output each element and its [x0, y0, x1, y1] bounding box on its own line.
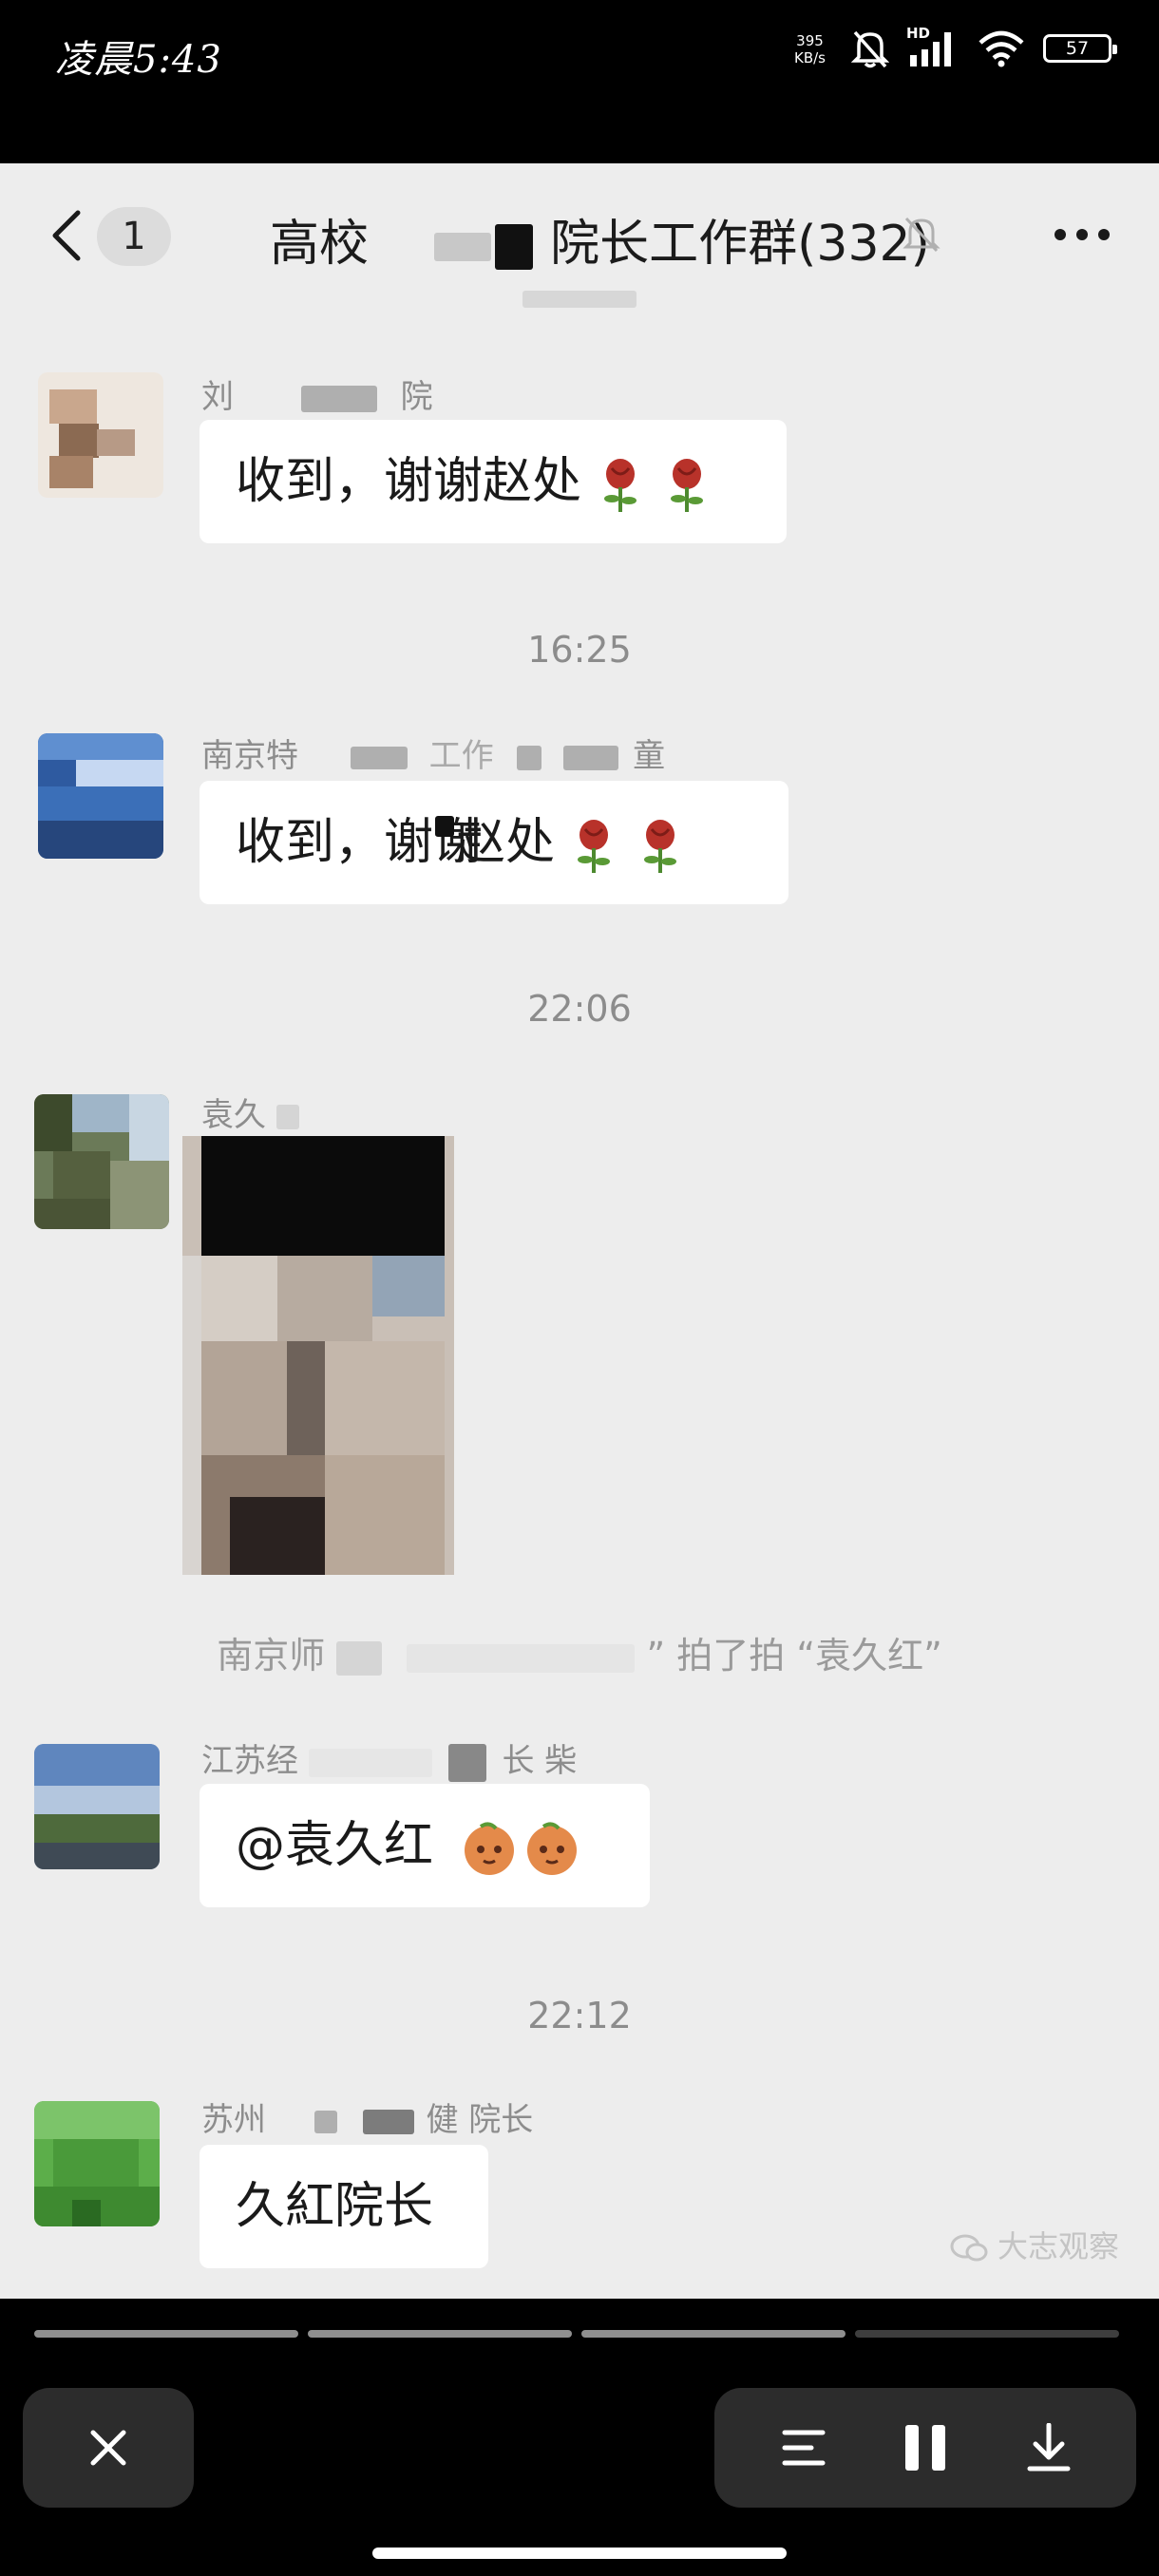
battery-indicator: 57: [1043, 34, 1117, 63]
network-speed: 395 KB/s: [794, 32, 826, 66]
watermark: 大志观察: [950, 2223, 1119, 2266]
chat-bubble-logo-icon: [950, 2234, 988, 2262]
sender-name-part: 刘: [201, 378, 234, 416]
more-dots-icon[interactable]: [1053, 226, 1112, 243]
system-pat-message: 南京师 ” 拍了拍 “袁久红”: [0, 1626, 1159, 1678]
message-text: @袁久红: [236, 1817, 434, 1874]
silent-bell-icon: [851, 30, 889, 68]
rose-emoji-icon: [644, 820, 677, 873]
sender-name: 袁久: [201, 1089, 299, 1135]
watermark-text: 大志观察: [998, 2228, 1120, 2264]
rose-emoji-icon: [604, 459, 637, 512]
sender-name-part: 院: [400, 378, 433, 416]
status-time: 凌晨5:43: [55, 38, 222, 82]
sender-name-part: 袁久: [201, 1096, 266, 1134]
sender-name-part: 苏州: [201, 2101, 266, 2139]
pixelated-avatar-image: [34, 1094, 169, 1229]
chat-title-prefix: 高校: [270, 216, 370, 273]
face-emoji-icon: [465, 1822, 515, 1875]
message-text: 久紅院长: [236, 2178, 434, 2235]
cut-off-timestamp: [0, 285, 1159, 323]
redaction-block: [563, 745, 619, 770]
sender-name: 刘 院: [201, 370, 433, 417]
sender-name-part: 健 院长: [426, 2101, 534, 2139]
home-indicator[interactable]: [372, 2548, 787, 2559]
sender-name-part: 江苏经: [201, 1742, 298, 1780]
system-message-text: ” 拍了拍 “袁久红”: [646, 1635, 942, 1676]
redaction-block: [314, 2110, 337, 2133]
unread-count-badge[interactable]: 1: [97, 207, 171, 266]
redaction-block: [276, 1104, 299, 1129]
pixelated-photo: [182, 1136, 454, 1575]
sender-name-part: 童: [633, 737, 666, 775]
redaction-block: [407, 1643, 636, 1673]
message-bubble[interactable]: 收到，谢谢赵处: [200, 781, 788, 904]
cellular-signal: HD: [906, 25, 960, 68]
image-message[interactable]: [182, 1136, 454, 1575]
avatar[interactable]: [38, 372, 163, 498]
pixelated-avatar-image: [34, 2101, 160, 2226]
chat-title[interactable]: 高校 院长工作群(332): [270, 203, 930, 275]
pixelated-avatar-image: [34, 1744, 160, 1869]
status-icons: HD 57: [851, 25, 1117, 68]
message-timestamp: 22:12: [527, 1995, 632, 2036]
redaction-block: [300, 385, 377, 412]
download-icon: [1027, 2423, 1071, 2472]
status-bar: 凌晨5:43 395 KB/s HD 57: [0, 0, 1159, 163]
redaction-block: [517, 745, 542, 770]
list-icon: [782, 2430, 826, 2466]
close-button[interactable]: [23, 2388, 194, 2508]
story-progress-segment: [308, 2330, 572, 2338]
download-button[interactable]: [992, 2388, 1106, 2508]
message-bubble[interactable]: 收到，谢谢赵处: [200, 420, 787, 543]
redaction-block: [433, 233, 491, 261]
message-bubble[interactable]: 久紅院长: [200, 2145, 488, 2268]
message-timestamp: 16:25: [527, 629, 632, 671]
sender-name-part: 长 柴: [502, 1742, 578, 1780]
story-progress-segment: [855, 2330, 1119, 2338]
redaction-block: [362, 2109, 414, 2134]
pause-icon: [905, 2425, 945, 2471]
sender-name: 苏州 健 院长: [201, 2093, 533, 2140]
sender-name: 江苏经 长 柴: [201, 1734, 577, 1782]
face-emoji-icon: [527, 1822, 578, 1875]
rose-emoji-icon: [671, 459, 704, 512]
redaction-block: [336, 1640, 383, 1676]
pixelated-avatar-image: [38, 733, 163, 859]
back-chevron-icon[interactable]: [44, 205, 91, 266]
avatar[interactable]: [34, 2101, 160, 2226]
message-bubble[interactable]: @袁久红: [200, 1784, 650, 1907]
pause-button[interactable]: [868, 2388, 982, 2508]
sender-name-part: 南京特: [201, 737, 298, 775]
story-progress-segment: [581, 2330, 846, 2338]
close-icon: [90, 2430, 126, 2466]
chat-title-suffix: 院长工作群(332): [550, 216, 930, 273]
rose-emoji-icon: [578, 820, 611, 873]
message-text: 收到，谢谢赵处: [236, 453, 582, 510]
sender-name: 南京特 工作 童: [201, 729, 665, 776]
menu-button[interactable]: [747, 2388, 861, 2508]
pixelated-avatar-image: [38, 372, 163, 498]
playback-controls: [714, 2388, 1136, 2508]
avatar[interactable]: [38, 733, 163, 859]
signal-icon: [910, 32, 951, 66]
network-speed-value: 395: [796, 32, 824, 49]
network-speed-unit: KB/s: [794, 49, 826, 66]
redaction-block: [308, 1748, 432, 1777]
avatar[interactable]: [34, 1744, 160, 1869]
avatar[interactable]: [34, 1094, 169, 1229]
chat-screen: 1 高校 院长工作群(332) 刘 院 收到，谢谢赵处 16:25 南京特 工作…: [0, 163, 1159, 2299]
sender-name-part: 工作: [428, 737, 494, 775]
story-progress-segment: [34, 2330, 298, 2338]
redaction-block: [435, 816, 455, 837]
redaction-block: [522, 290, 636, 308]
message-timestamp: 22:06: [527, 988, 632, 1030]
redaction-block: [350, 746, 408, 769]
redaction-block: [447, 1743, 486, 1782]
bell-off-icon: [902, 217, 940, 253]
redaction-block: [494, 224, 533, 270]
wifi-icon: [978, 30, 1024, 67]
message-text: 赵处: [456, 814, 556, 871]
system-message-prefix: 南京师: [217, 1635, 326, 1676]
